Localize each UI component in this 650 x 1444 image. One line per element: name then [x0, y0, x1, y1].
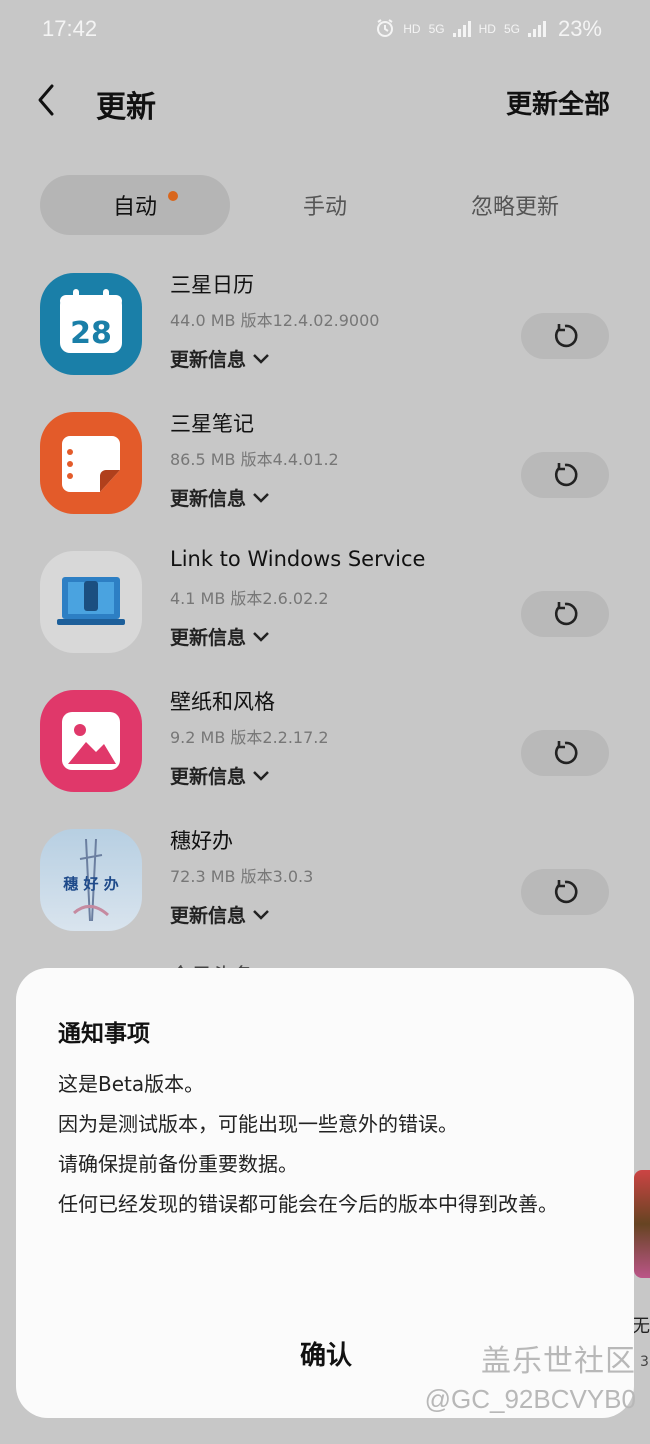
refresh-icon	[554, 324, 578, 348]
back-button[interactable]	[30, 80, 66, 120]
app-size-version: 44.0 MB 版本12.4.02.9000	[170, 311, 380, 330]
new-badge-dot	[168, 191, 178, 201]
refresh-icon	[554, 741, 578, 765]
alarm-icon	[375, 18, 395, 41]
tab-auto-label: 自动	[112, 195, 157, 220]
page-title: 更新	[96, 90, 156, 125]
hd-label-2: HD	[478, 22, 496, 36]
dialog-line: 这是Beta版本。	[58, 1072, 205, 1096]
app-size-version: 72.3 MB 版本3.0.3	[170, 867, 314, 886]
wallpaper-icon	[40, 690, 142, 792]
update-button[interactable]	[521, 452, 609, 498]
dialog-line: 因为是测试版本，可能出现一些意外的错误。	[58, 1112, 458, 1136]
signal-icon-1	[452, 21, 471, 37]
app-name: 穗好办	[170, 829, 233, 853]
network-label-1: 5G	[428, 22, 445, 36]
app-row[interactable]: 壁纸和风格 9.2 MB 版本2.2.17.2 更新信息	[0, 672, 650, 811]
tab-bar: 自动 手动 忽略更新	[40, 175, 610, 235]
watermark-user: @GC_92BCVYB0	[424, 1384, 636, 1414]
update-button[interactable]	[521, 730, 609, 776]
update-all-button[interactable]: 更新全部	[506, 84, 610, 121]
edge-partial-text: 无	[632, 1316, 650, 1337]
tab-manual[interactable]: 手动	[230, 175, 420, 235]
chevron-down-icon	[253, 631, 269, 642]
app-row[interactable]: 三星笔记 86.5 MB 版本4.4.01.2 更新信息	[0, 394, 650, 533]
edge-thumbnail	[634, 1170, 650, 1278]
update-info-label: 更新信息	[170, 766, 247, 788]
update-info-toggle[interactable]: 更新信息	[170, 901, 270, 928]
notes-icon	[40, 412, 142, 514]
battery-level: 23%	[557, 16, 602, 41]
app-update-list: 28 三星日历 44.0 MB 版本12.4.02.9000 更新信息 三星笔记…	[0, 255, 650, 950]
suihaoban-icon: 穗 好 办	[40, 829, 142, 931]
tab-ignored-label: 忽略更新	[470, 195, 559, 220]
back-arrow-icon	[38, 84, 54, 116]
chevron-down-icon	[253, 770, 269, 781]
watermark-community: 盖乐世社区	[481, 1344, 636, 1379]
update-button[interactable]	[521, 869, 609, 915]
icon-label-text: 穗 好 办	[63, 875, 118, 893]
update-info-toggle[interactable]: 更新信息	[170, 623, 270, 650]
status-time: 17:42	[42, 16, 98, 41]
chevron-down-icon	[253, 353, 269, 364]
calendar-day-text: 28	[70, 316, 112, 351]
status-icons: HD 5G HD 5G 23%	[375, 16, 602, 42]
update-button[interactable]	[521, 313, 609, 359]
app-size-version: 4.1 MB 版本2.6.02.2	[170, 589, 329, 608]
app-name: 三星日历	[170, 273, 254, 297]
status-bar: 17:42 HD 5G HD 5G 23%	[0, 0, 650, 60]
tab-manual-label: 手动	[302, 195, 347, 220]
update-info-label: 更新信息	[170, 349, 247, 371]
hd-label-1: HD	[403, 22, 421, 36]
dialog-title: 通知事项	[58, 1021, 150, 1047]
update-info-label: 更新信息	[170, 627, 247, 649]
app-name: 三星笔记	[170, 412, 254, 436]
app-name: Link to Windows Service	[170, 547, 426, 571]
update-info-toggle[interactable]: 更新信息	[170, 484, 270, 511]
tab-auto[interactable]: 自动	[40, 175, 230, 235]
app-size-version: 9.2 MB 版本2.2.17.2	[170, 728, 329, 747]
update-info-toggle[interactable]: 更新信息	[170, 345, 270, 372]
refresh-icon	[554, 463, 578, 487]
app-row[interactable]: 28 三星日历 44.0 MB 版本12.4.02.9000 更新信息	[0, 255, 650, 394]
refresh-icon	[554, 880, 578, 904]
dialog-line: 请确保提前备份重要数据。	[58, 1152, 298, 1176]
link-to-windows-icon	[40, 551, 142, 653]
update-info-label: 更新信息	[170, 905, 247, 927]
app-name: 壁纸和风格	[170, 690, 275, 714]
refresh-icon	[554, 602, 578, 626]
dialog-message: 这是Beta版本。 因为是测试版本，可能出现一些意外的错误。 请确保提前备份重要…	[58, 1064, 598, 1224]
edge-partial-number: 3	[640, 1354, 649, 1370]
app-row[interactable]: Link to Windows Service 4.1 MB 版本2.6.02.…	[0, 533, 650, 672]
tab-ignored[interactable]: 忽略更新	[420, 175, 610, 235]
network-label-2: 5G	[503, 22, 520, 36]
update-button[interactable]	[521, 591, 609, 637]
app-row[interactable]: 穗 好 办 穗好办 72.3 MB 版本3.0.3 更新信息	[0, 811, 650, 950]
calendar-icon: 28	[40, 273, 142, 375]
app-size-version: 86.5 MB 版本4.4.01.2	[170, 450, 339, 469]
update-info-label: 更新信息	[170, 488, 247, 510]
signal-icon-2	[527, 21, 546, 37]
chevron-down-icon	[253, 909, 269, 920]
dialog-line: 任何已经发现的错误都可能会在今后的版本中得到改善。	[58, 1192, 558, 1216]
chevron-down-icon	[253, 492, 269, 503]
update-info-toggle[interactable]: 更新信息	[170, 762, 270, 789]
top-app-bar: 更新 更新全部	[0, 70, 650, 134]
confirm-button[interactable]: 确认	[256, 1330, 396, 1376]
